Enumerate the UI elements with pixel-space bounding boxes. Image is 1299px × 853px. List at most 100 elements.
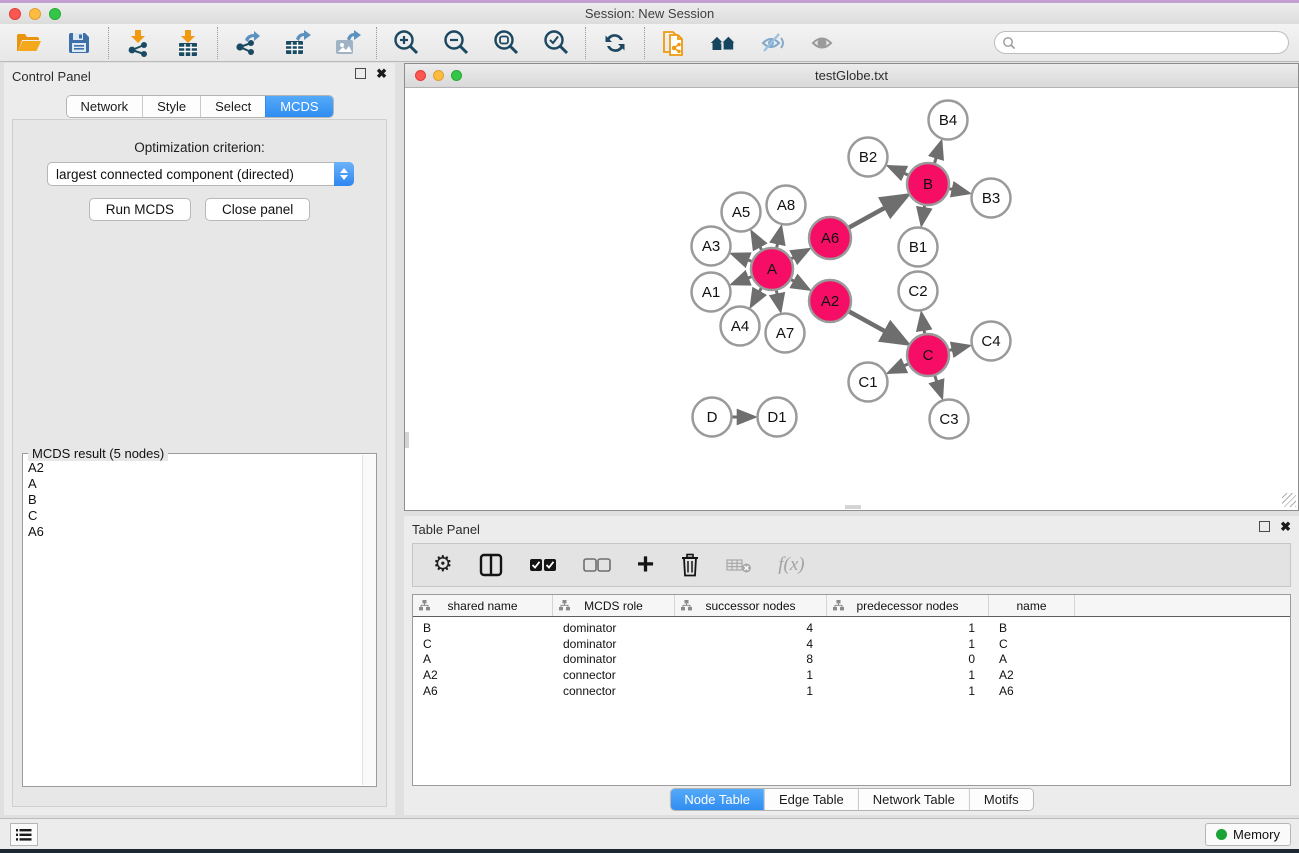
column-header-name[interactable]: name	[989, 595, 1075, 616]
column-header-MCDS-role[interactable]: MCDS role	[553, 595, 675, 616]
graph-edge-B-B1[interactable]	[922, 206, 925, 224]
show-all-icon[interactable]	[809, 28, 839, 58]
table-row[interactable]: Adominator80A	[413, 652, 1290, 668]
horizontal-scrollbar[interactable]	[845, 505, 861, 509]
save-session-icon[interactable]	[64, 28, 94, 58]
tab-select[interactable]: Select	[200, 96, 265, 117]
graph-edge-A6-B[interactable]	[849, 196, 906, 227]
graph-edge-A-A8[interactable]	[777, 228, 781, 248]
graph-edge-C-C2[interactable]	[922, 314, 925, 333]
graph-node-B[interactable]: B	[907, 163, 949, 205]
column-header-predecessor-nodes[interactable]: predecessor nodes	[827, 595, 989, 616]
tab-network-table[interactable]: Network Table	[858, 789, 969, 810]
graph-node-C2[interactable]: C2	[899, 272, 938, 311]
tab-style[interactable]: Style	[142, 96, 200, 117]
float-table-panel-icon[interactable]	[1259, 521, 1270, 532]
graph-node-D[interactable]: D	[693, 398, 732, 437]
zoom-in-icon[interactable]	[391, 28, 421, 58]
import-network-icon[interactable]	[123, 28, 153, 58]
graph-node-C3[interactable]: C3	[930, 400, 969, 439]
import-table-icon[interactable]	[173, 28, 203, 58]
graph-edge-C-C3[interactable]	[935, 376, 942, 397]
graph-edge-B-B2[interactable]	[889, 167, 908, 175]
mcds-result-list[interactable]: A2ABCA6	[24, 460, 361, 785]
hide-selected-icon[interactable]	[759, 28, 789, 58]
export-table-icon[interactable]	[282, 28, 312, 58]
network-graph[interactable]: AA6A2BCA1A3A4A5A7A8B1B2B3B4C1C2C3C4DD1	[405, 88, 1298, 509]
close-table-panel-icon[interactable]: ✖	[1280, 521, 1291, 532]
refresh-icon[interactable]	[600, 28, 630, 58]
table-settings-icon[interactable]: ⚙	[433, 550, 453, 580]
tab-motifs[interactable]: Motifs	[969, 789, 1033, 810]
graph-node-A4[interactable]: A4	[721, 307, 760, 346]
vertical-scrollbar[interactable]	[405, 432, 409, 448]
search-input[interactable]	[1016, 36, 1288, 50]
graph-node-C1[interactable]: C1	[849, 363, 888, 402]
graph-node-A7[interactable]: A7	[766, 314, 805, 353]
run-mcds-button[interactable]: Run MCDS	[89, 198, 191, 221]
result-list-item[interactable]: A2	[28, 460, 361, 476]
network-canvas[interactable]: AA6A2BCA1A3A4A5A7A8B1B2B3B4C1C2C3C4DD1	[405, 88, 1298, 509]
graph-edge-C-C1[interactable]	[889, 364, 908, 372]
graph-node-D1[interactable]: D1	[758, 398, 797, 437]
export-image-icon[interactable]	[332, 28, 362, 58]
tab-network[interactable]: Network	[66, 96, 142, 117]
column-header-successor-nodes[interactable]: successor nodes	[675, 595, 827, 616]
result-list-item[interactable]: A	[28, 476, 361, 492]
close-panel-button[interactable]: Close panel	[205, 198, 310, 221]
table-row[interactable]: Cdominator41C	[413, 636, 1290, 652]
graph-edge-A-A1[interactable]	[733, 277, 751, 284]
graph-node-A3[interactable]: A3	[692, 227, 731, 266]
select-all-checkboxes-icon[interactable]	[529, 550, 557, 580]
graph-node-A2[interactable]: A2	[809, 280, 851, 322]
graph-node-B2[interactable]: B2	[849, 138, 888, 177]
graph-node-A5[interactable]: A5	[722, 193, 761, 232]
graph-node-C[interactable]: C	[907, 334, 949, 376]
table-row[interactable]: A6connector11A6	[413, 683, 1290, 699]
graph-edge-A-A7[interactable]	[776, 291, 780, 310]
graph-edge-A-A5[interactable]	[752, 233, 761, 250]
graph-edge-B-B3[interactable]	[949, 189, 968, 193]
add-column-icon[interactable]: +	[637, 550, 655, 580]
float-panel-icon[interactable]	[355, 68, 366, 79]
table-row[interactable]: A2connector11A2	[413, 667, 1290, 683]
first-neighbors-icon[interactable]	[709, 28, 739, 58]
graph-edge-A-A3[interactable]	[733, 254, 751, 261]
graph-edge-B-B4[interactable]	[935, 142, 941, 163]
close-panel-icon[interactable]: ✖	[376, 68, 387, 79]
delete-column-icon[interactable]	[680, 550, 700, 580]
result-list-item[interactable]: B	[28, 492, 361, 508]
column-layout-icon[interactable]	[479, 550, 503, 580]
graph-edge-A2-C[interactable]	[849, 312, 906, 343]
graph-node-A8[interactable]: A8	[767, 186, 806, 225]
tab-node-table[interactable]: Node Table	[670, 789, 764, 810]
graph-node-A6[interactable]: A6	[809, 217, 851, 259]
result-scrollbar[interactable]	[362, 455, 376, 785]
open-file-icon[interactable]	[14, 28, 44, 58]
task-history-button[interactable]	[10, 823, 38, 846]
result-list-item[interactable]: C	[28, 508, 361, 524]
zoom-selected-icon[interactable]	[541, 28, 571, 58]
graph-node-C4[interactable]: C4	[972, 322, 1011, 361]
clone-network-icon[interactable]	[659, 28, 689, 58]
result-list-item[interactable]: A6	[28, 524, 361, 540]
column-header-shared-name[interactable]: shared name	[413, 595, 553, 616]
zoom-out-icon[interactable]	[441, 28, 471, 58]
graph-edge-A-A6[interactable]	[791, 250, 808, 259]
zoom-fit-icon[interactable]	[491, 28, 521, 58]
table-row[interactable]: Bdominator41B	[413, 620, 1290, 636]
resize-grip[interactable]	[1282, 493, 1296, 507]
graph-node-A1[interactable]: A1	[692, 273, 731, 312]
search-field[interactable]	[994, 31, 1289, 54]
function-builder-icon[interactable]: f(x)	[778, 550, 804, 580]
delete-table-icon[interactable]	[726, 550, 752, 580]
tab-edge-table[interactable]: Edge Table	[764, 789, 858, 810]
graph-edge-A-A2[interactable]	[791, 280, 808, 289]
clear-checkboxes-icon[interactable]	[583, 550, 611, 580]
graph-node-B1[interactable]: B1	[899, 228, 938, 267]
graph-node-B3[interactable]: B3	[972, 179, 1011, 218]
tab-mcds[interactable]: MCDS	[265, 96, 332, 117]
graph-edge-A-A4[interactable]	[752, 288, 762, 305]
memory-button[interactable]: Memory	[1205, 823, 1291, 846]
graph-node-A[interactable]: A	[751, 248, 793, 290]
